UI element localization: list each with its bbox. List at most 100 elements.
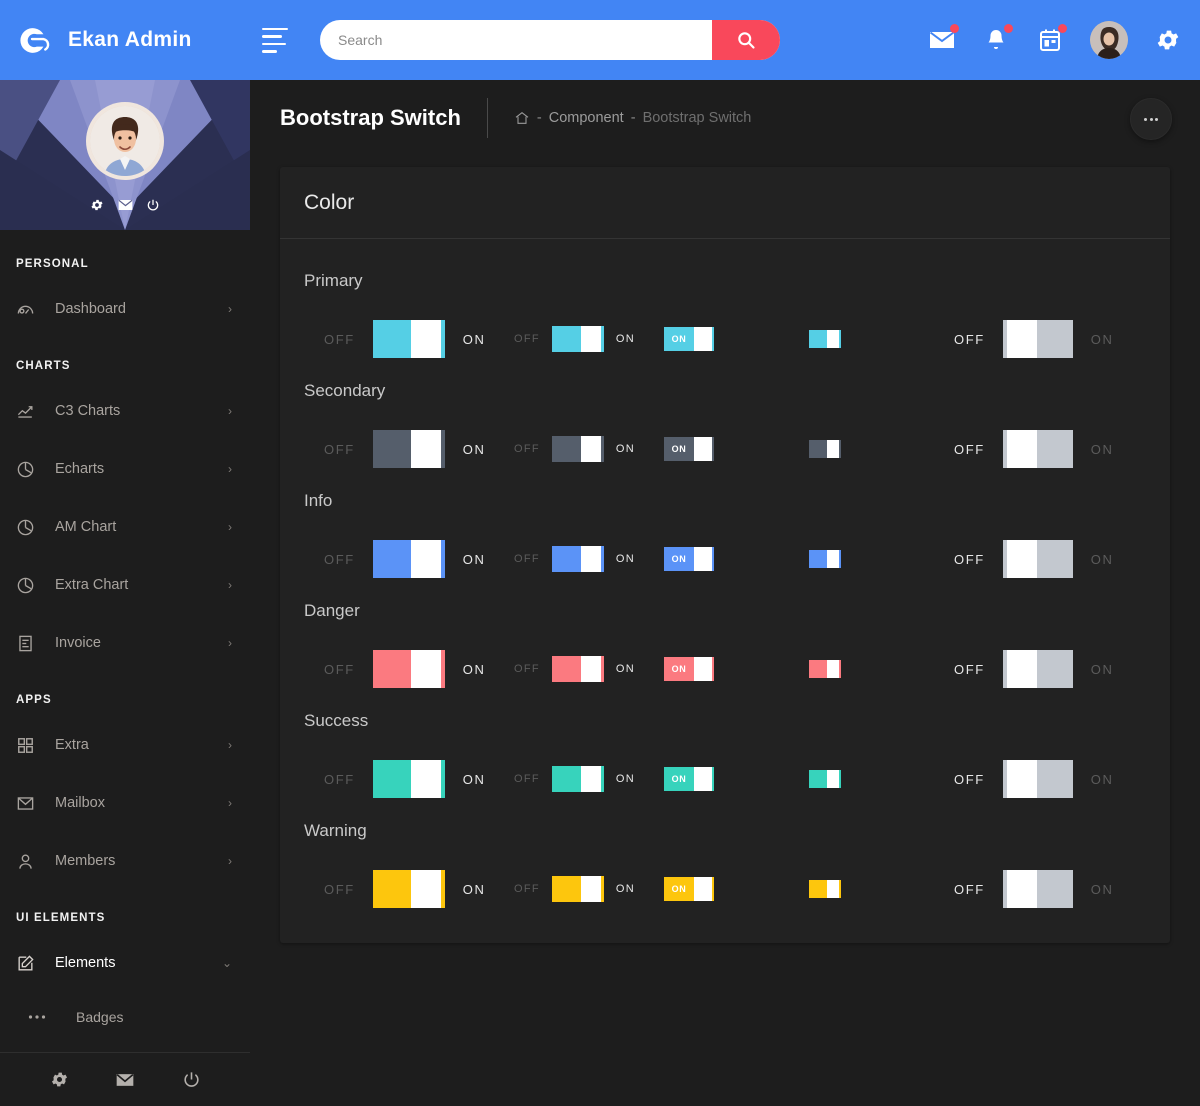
toggle-switch-warning-mini[interactable] (809, 880, 841, 898)
profile-settings-icon[interactable] (90, 198, 104, 212)
toggle-switch-info-sm[interactable]: ON (664, 547, 714, 571)
toggle-switch-danger-off[interactable] (1002, 650, 1073, 688)
avatar[interactable] (1090, 21, 1128, 59)
sidebar-item-elements[interactable]: Elements ⌄ (0, 934, 250, 992)
toggle-switch-success-sm[interactable]: ON (664, 767, 714, 791)
chevron-right-icon: › (228, 404, 232, 418)
search-input[interactable] (320, 20, 712, 60)
switch-slot: OFF ON (514, 876, 664, 902)
switch-slot (809, 770, 954, 788)
color-switch-card: Color Primary OFF ON OFF ON ON OFF ON Secondary O… (280, 167, 1170, 943)
profile-avatar[interactable] (86, 102, 164, 180)
sidebar-item-invoice[interactable]: Invoice › (0, 614, 250, 672)
home-icon[interactable] (514, 110, 530, 126)
sidebar-item-extra[interactable]: Extra › (0, 716, 250, 774)
toggle-switch-info-md[interactable] (551, 546, 604, 572)
toggle-switch-warning-sm[interactable]: ON (664, 877, 714, 901)
sidebar-item-badges[interactable]: Badges (0, 992, 250, 1042)
calendar-icon[interactable] (1036, 24, 1067, 54)
switch-off-label: OFF (954, 661, 985, 677)
switch-slot (809, 880, 954, 898)
toggle-switch-info-lg[interactable] (372, 540, 445, 578)
line-chart-icon (16, 402, 42, 421)
toggle-switch-info-off[interactable] (1002, 540, 1073, 578)
sidebar-item-members[interactable]: Members › (0, 832, 250, 890)
breadcrumb-separator: - (536, 109, 542, 126)
switch-row-primary: Primary OFF ON OFF ON ON OFF ON (304, 255, 1146, 365)
toggle-switch-primary-md[interactable] (551, 326, 604, 352)
sidebar-item-echarts[interactable]: Echarts › (0, 440, 250, 498)
top-icon-group (928, 0, 1182, 80)
toggle-switch-danger-mini[interactable] (809, 660, 841, 678)
toggle-switch-primary-off[interactable] (1002, 320, 1073, 358)
sidebar-item-label: Extra (55, 737, 89, 753)
switch-slot: ON (664, 657, 809, 681)
toggle-switch-danger-md[interactable] (551, 656, 604, 682)
chevron-right-icon: › (228, 302, 232, 316)
gear-icon[interactable] (1154, 26, 1182, 54)
toggle-switch-secondary-mini[interactable] (809, 440, 841, 458)
sidebar-section-ui-elements: UI ELEMENTS (16, 912, 106, 924)
toggle-switch-success-md[interactable] (551, 766, 604, 792)
dot (1144, 117, 1148, 121)
sidebar-item-am-chart[interactable]: AM Chart › (0, 498, 250, 556)
switch-knob (1006, 540, 1037, 578)
ekan-logo-icon (14, 21, 52, 59)
switch-knob (580, 766, 601, 792)
toggle-switch-danger-lg[interactable] (372, 650, 445, 688)
switch-slot: OFF ON (514, 436, 664, 462)
switch-knob (1006, 760, 1037, 798)
switch-knob (694, 547, 712, 571)
toggle-switch-warning-off[interactable] (1002, 870, 1073, 908)
toggle-switch-info-mini[interactable] (809, 550, 841, 568)
mail-icon[interactable] (928, 24, 959, 54)
pie-chart-icon (16, 518, 42, 537)
toggle-switch-primary-sm[interactable]: ON (664, 327, 714, 351)
toggle-switch-primary-lg[interactable] (372, 320, 445, 358)
toggle-switch-success-mini[interactable] (809, 770, 841, 788)
search-button[interactable] (712, 20, 780, 60)
edit-icon (16, 954, 42, 973)
footer-gear-icon[interactable] (49, 1070, 69, 1090)
footer-mail-icon[interactable] (115, 1070, 135, 1090)
search-bar (320, 20, 780, 60)
toggle-switch-success-off[interactable] (1002, 760, 1073, 798)
toggle-switch-secondary-lg[interactable] (372, 430, 445, 468)
switch-slot (809, 330, 954, 348)
toggle-switch-secondary-sm[interactable]: ON (664, 437, 714, 461)
switch-knob (410, 870, 441, 908)
chevron-right-icon: › (228, 578, 232, 592)
toggle-switch-primary-mini[interactable] (809, 330, 841, 348)
sidebar-section-personal: PERSONAL (16, 258, 89, 270)
sidebar-item-dashboard[interactable]: Dashboard › (0, 280, 250, 338)
sidebar-navigation: PERSONAL Dashboard › CHARTS C3 Charts › (0, 230, 250, 1042)
switch-inner-label: ON (671, 774, 687, 784)
profile-logout-icon[interactable] (146, 198, 160, 212)
profile-mail-icon[interactable] (118, 198, 133, 212)
switch-knob (694, 877, 712, 901)
footer-power-icon[interactable] (181, 1070, 201, 1090)
hamburger-icon[interactable] (262, 27, 288, 53)
switch-row-success: Success OFF ON OFF ON ON OFF ON (304, 695, 1146, 805)
toggle-switch-secondary-off[interactable] (1002, 430, 1073, 468)
toggle-switch-secondary-md[interactable] (551, 436, 604, 462)
toggle-switch-warning-lg[interactable] (372, 870, 445, 908)
sidebar-item-c3-charts[interactable]: C3 Charts › (0, 382, 250, 440)
brand[interactable]: Ekan Admin (0, 21, 250, 59)
more-options-button[interactable] (1130, 98, 1172, 140)
switch-knob (410, 540, 441, 578)
sidebar-item-mailbox[interactable]: Mailbox › (0, 774, 250, 832)
switch-on-label: ON (615, 553, 636, 565)
toggle-switch-danger-sm[interactable]: ON (664, 657, 714, 681)
switch-slot: ON (664, 437, 809, 461)
switch-slot: OFF ON (514, 766, 664, 792)
sidebar-item-label: Elements (55, 955, 116, 971)
bell-icon[interactable] (982, 24, 1013, 54)
sidebar-item-extra-chart[interactable]: Extra Chart › (0, 556, 250, 614)
toggle-switch-success-lg[interactable] (372, 760, 445, 798)
breadcrumb-item-component[interactable]: Component (549, 110, 624, 126)
switch-knob (827, 440, 839, 458)
switch-on-label: ON (615, 443, 636, 455)
toggle-switch-warning-md[interactable] (551, 876, 604, 902)
invoice-icon (16, 634, 42, 653)
